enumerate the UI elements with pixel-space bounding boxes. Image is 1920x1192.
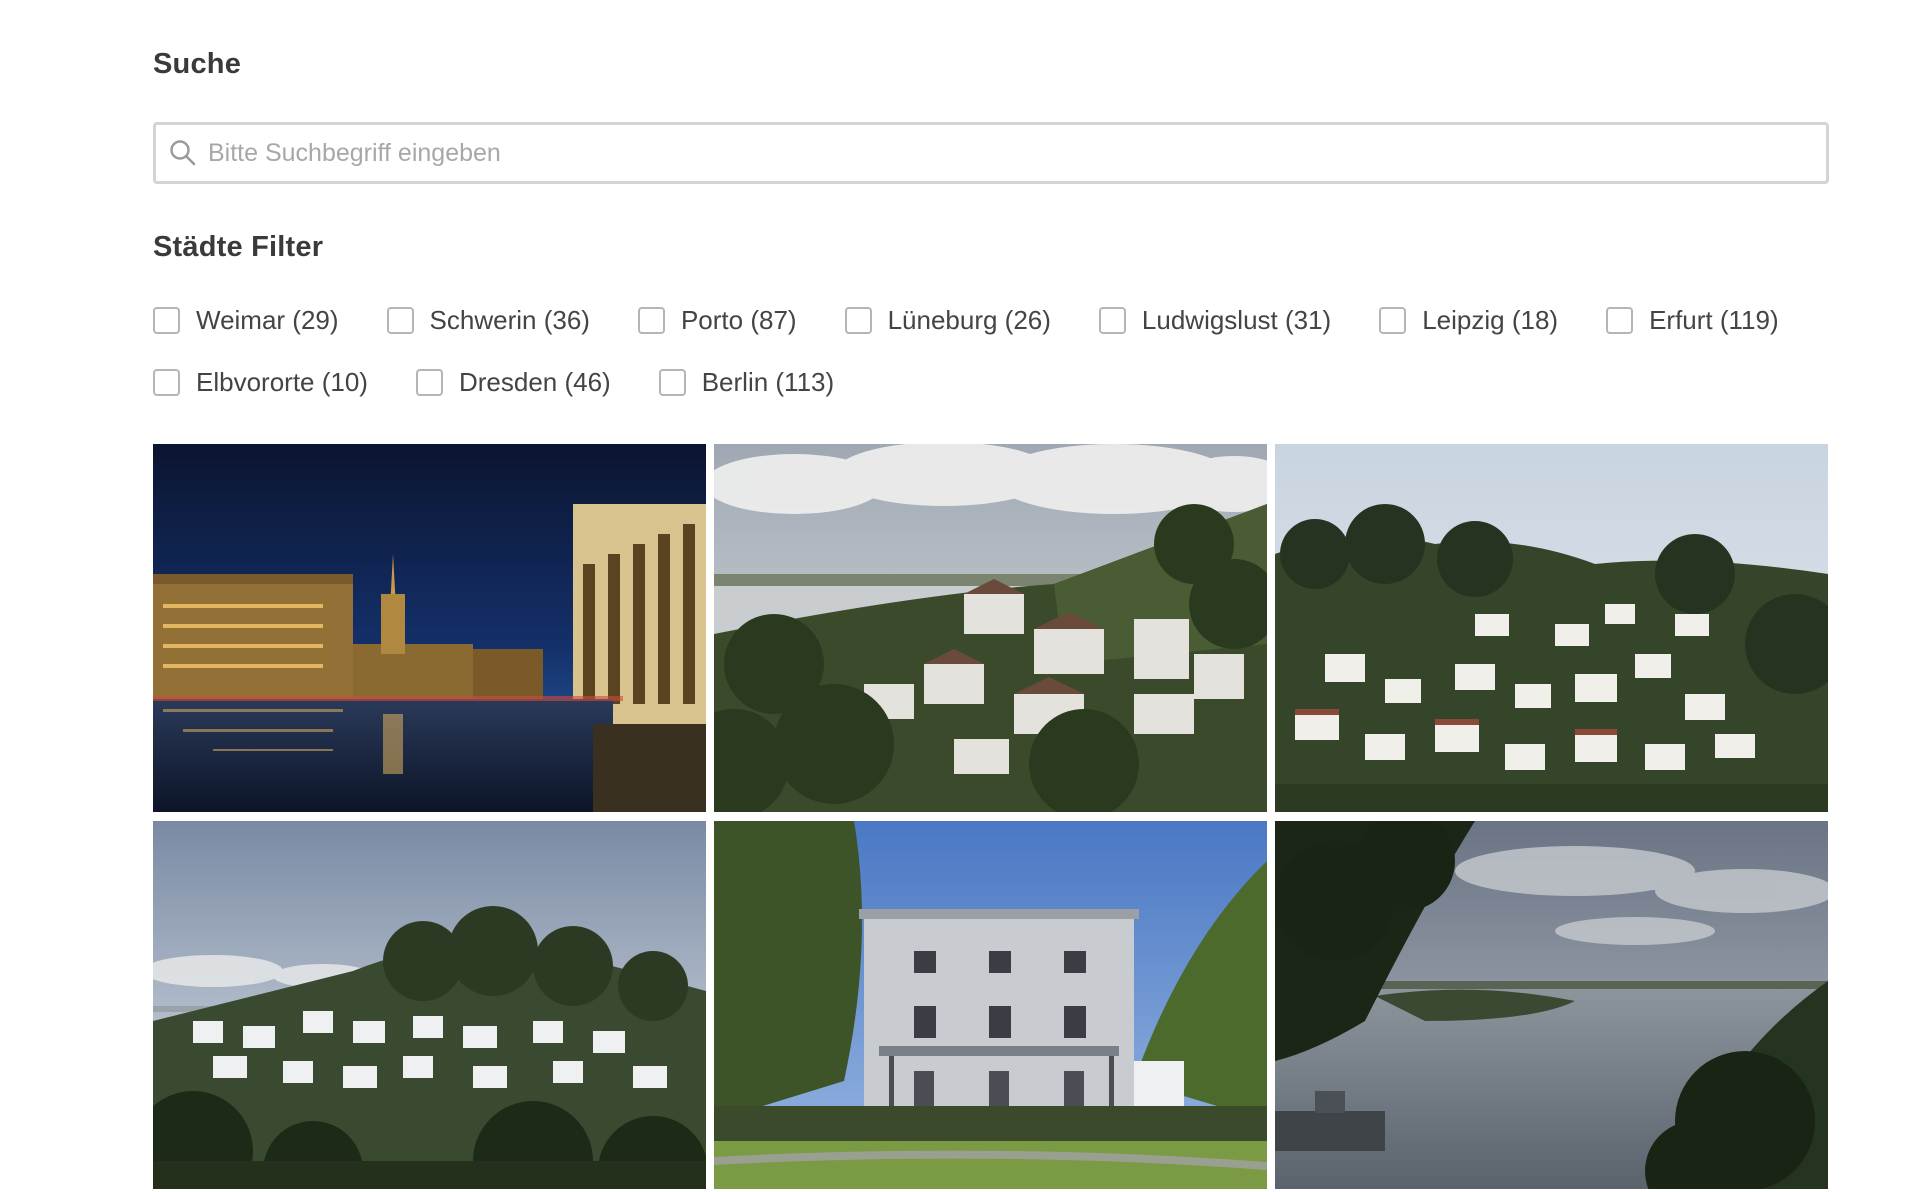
checkbox[interactable] xyxy=(153,368,180,396)
checkbox[interactable] xyxy=(415,368,443,396)
photo-image xyxy=(714,821,1267,1189)
filter-elbvororte[interactable]: Elbvororte (10) xyxy=(153,367,368,398)
filter-row: Elbvororte (10) Dresden (46) Berlin (113… xyxy=(153,360,1829,404)
checkbox[interactable] xyxy=(1379,306,1407,334)
photo-image xyxy=(1275,821,1828,1189)
gallery-photo[interactable] xyxy=(153,444,706,812)
filter-label: Erfurt (119) xyxy=(1649,304,1779,335)
photo-gallery xyxy=(153,444,1829,1189)
filter-porto[interactable]: Porto (87) xyxy=(637,304,797,336)
search-heading: Suche xyxy=(153,48,242,80)
filter-label: Elbvororte (10) xyxy=(196,366,368,397)
filter-label: Leipzig (18) xyxy=(1422,304,1559,335)
filter-dresden[interactable]: Dresden (46) xyxy=(415,366,611,398)
checkbox[interactable] xyxy=(386,306,414,334)
filter-label: Lüneburg (26) xyxy=(887,304,1051,335)
filter-row: Weimar (29) Schwerin (36) Porto (87) Lün… xyxy=(153,298,1829,342)
city-filter-list: Weimar (29) Schwerin (36) Porto (87) Lün… xyxy=(153,298,1829,422)
photo-image xyxy=(714,444,1267,812)
filter-label: Dresden (46) xyxy=(458,366,611,397)
search-box[interactable] xyxy=(153,122,1829,184)
filter-ludwigslust[interactable]: Ludwigslust (31) xyxy=(1098,304,1332,336)
filter-label: Ludwigslust (31) xyxy=(1141,304,1332,335)
gallery-photo[interactable] xyxy=(1275,821,1828,1189)
filter-lueneburg[interactable]: Lüneburg (26) xyxy=(844,304,1051,336)
filter-weimar[interactable]: Weimar (29) xyxy=(153,305,339,336)
search-input[interactable] xyxy=(206,124,1826,182)
filter-leipzig[interactable]: Leipzig (18) xyxy=(1379,305,1558,336)
checkbox[interactable] xyxy=(844,306,872,334)
filter-schwerin[interactable]: Schwerin (36) xyxy=(386,304,590,336)
photo-image xyxy=(153,821,706,1189)
gallery-photo[interactable] xyxy=(1275,444,1828,812)
photo-image xyxy=(153,444,706,812)
filter-label: Weimar (29) xyxy=(196,304,339,335)
checkbox[interactable] xyxy=(658,368,686,396)
filter-label: Schwerin (36) xyxy=(429,304,590,335)
photo-image xyxy=(1275,444,1828,812)
gallery-photo[interactable] xyxy=(714,444,1267,812)
filter-erfurt[interactable]: Erfurt (119) xyxy=(1606,305,1779,336)
filter-label: Berlin (113) xyxy=(701,366,835,397)
filter-berlin[interactable]: Berlin (113) xyxy=(658,366,835,398)
checkbox[interactable] xyxy=(1098,306,1126,334)
checkbox[interactable] xyxy=(637,306,665,334)
gallery-photo[interactable] xyxy=(714,821,1267,1189)
city-filter-heading: Städte Filter xyxy=(153,231,324,263)
checkbox[interactable] xyxy=(153,306,180,334)
checkbox[interactable] xyxy=(1606,306,1634,334)
gallery-photo[interactable] xyxy=(153,821,706,1189)
filter-label: Porto (87) xyxy=(680,304,797,335)
search-icon xyxy=(170,140,196,166)
